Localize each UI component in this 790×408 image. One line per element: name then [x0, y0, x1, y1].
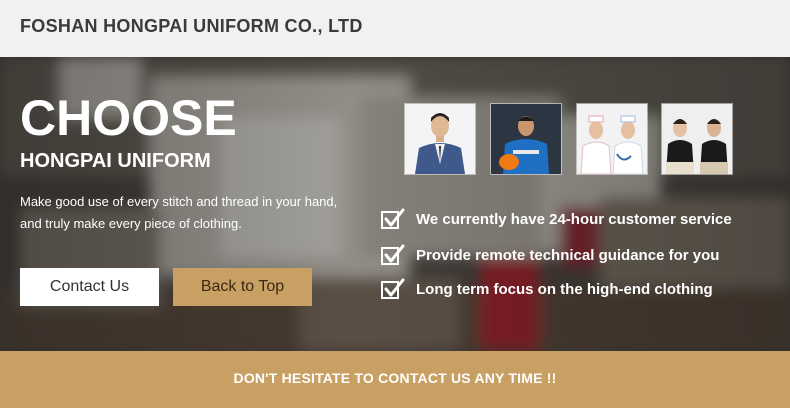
feature-text: Provide remote technical guidance for yo… — [416, 246, 720, 264]
back-to-top-button[interactable]: Back to Top — [173, 268, 312, 306]
hero-description: Make good use of every stitch and thread… — [20, 191, 380, 235]
workwear-uniform-icon[interactable] — [490, 103, 562, 175]
cta-footer-bar[interactable]: DON'T HESITATE TO CONTACT US ANY TIME !! — [0, 351, 790, 408]
company-name: FOSHAN HONGPAI UNIFORM CO., LTD — [20, 16, 363, 36]
description-line: Make good use of every stitch and thread… — [20, 194, 338, 209]
feature-text: Long term focus on the high-end clothing — [416, 280, 713, 298]
hero-banner: CHOOSE HONGPAI UNIFORM Make good use of … — [0, 57, 790, 351]
feature-item: We currently have 24-hour customer servi… — [381, 207, 732, 231]
site-header: FOSHAN HONGPAI UNIFORM CO., LTD — [0, 0, 790, 57]
hero-subtitle: HONGPAI UNIFORM — [20, 150, 211, 172]
description-line: and truly make every piece of clothing. — [20, 216, 242, 231]
footer-cta-text[interactable]: DON'T HESITATE TO CONTACT US ANY TIME !! — [0, 370, 790, 386]
feature-text: We currently have 24-hour customer servi… — [416, 210, 732, 228]
contact-us-button[interactable]: Contact Us — [20, 268, 159, 306]
checkbox-check-icon — [381, 208, 405, 229]
business-suit-uniform-icon[interactable] — [404, 103, 476, 175]
nurse-uniform-icon[interactable] — [576, 103, 648, 175]
checkbox-check-icon — [381, 244, 405, 265]
feature-item: Long term focus on the high-end clothing — [381, 277, 713, 301]
hero-title: CHOOSE — [20, 90, 237, 146]
checkbox-check-icon — [381, 278, 405, 299]
feature-item: Provide remote technical guidance for yo… — [381, 243, 719, 267]
polo-shirt-uniform-icon[interactable] — [661, 103, 733, 175]
